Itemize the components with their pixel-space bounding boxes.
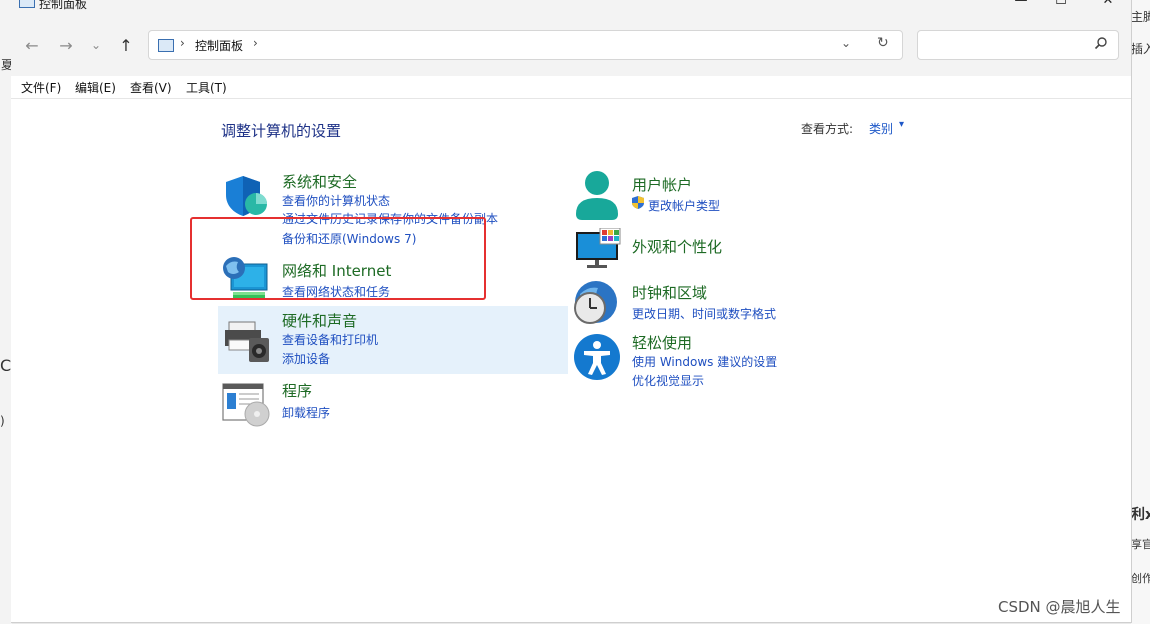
background-right-strip: 主脚 插入 利x 享官 创作 bbox=[1131, 0, 1150, 624]
search-input[interactable] bbox=[924, 35, 1088, 55]
user-accounts-icon[interactable] bbox=[574, 170, 620, 222]
category-hardware-sound[interactable]: 硬件和声音 bbox=[282, 310, 357, 331]
link-optimize-visual-display[interactable]: 优化视觉显示 bbox=[632, 372, 704, 389]
highlight-annotation-box bbox=[190, 217, 486, 300]
menu-bar: 文件(F) 编辑(E) 查看(V) 工具(T) bbox=[11, 76, 1131, 99]
close-button[interactable]: ✕ bbox=[1098, 0, 1118, 10]
maximize-button[interactable]: ☐ bbox=[1051, 0, 1071, 10]
category-user-accounts[interactable]: 用户帐户 bbox=[632, 174, 692, 195]
bg-text: 主脚 bbox=[1131, 10, 1150, 24]
shield-icon[interactable] bbox=[223, 173, 269, 219]
appearance-monitor-icon[interactable] bbox=[574, 228, 624, 270]
address-bar[interactable]: › 控制面板 › ⌄ ↻ bbox=[148, 30, 903, 60]
page-title: 调整计算机的设置 bbox=[221, 122, 342, 140]
bg-text: 插入 bbox=[1131, 42, 1150, 56]
title-bar: 控制面板 — ☐ ✕ bbox=[11, 0, 1131, 12]
bg-text: 创作 bbox=[1131, 572, 1150, 585]
bg-text: 利x bbox=[1131, 507, 1150, 523]
programs-icon[interactable] bbox=[221, 382, 273, 428]
link-change-date-time-format[interactable]: 更改日期、时间或数字格式 bbox=[632, 305, 776, 322]
menu-edit[interactable]: 编辑(E) bbox=[75, 79, 116, 96]
menu-view[interactable]: 查看(V) bbox=[130, 79, 172, 96]
control-panel-icon bbox=[158, 39, 174, 52]
link-change-account-type[interactable]: 更改帐户类型 bbox=[648, 197, 720, 214]
window-title: 控制面板 bbox=[39, 0, 88, 11]
back-arrow-icon[interactable]: ← bbox=[21, 36, 43, 55]
link-uninstall-program[interactable]: 卸载程序 bbox=[282, 404, 330, 421]
view-by-label: 查看方式: bbox=[801, 122, 854, 136]
chevron-down-icon[interactable]: ▾ bbox=[899, 119, 904, 130]
search-box[interactable] bbox=[917, 30, 1119, 60]
recent-locations-chevron-icon[interactable]: ⌄ bbox=[85, 38, 107, 52]
breadcrumb-separator[interactable]: › bbox=[253, 36, 258, 50]
link-view-computer-status[interactable]: 查看你的计算机状态 bbox=[282, 192, 390, 209]
link-add-device[interactable]: 添加设备 bbox=[282, 350, 330, 367]
ease-of-access-icon[interactable] bbox=[572, 332, 622, 382]
menu-tools[interactable]: 工具(T) bbox=[186, 79, 227, 96]
clock-globe-icon[interactable] bbox=[572, 280, 622, 330]
category-system-security[interactable]: 系统和安全 bbox=[282, 171, 357, 192]
category-programs[interactable]: 程序 bbox=[282, 380, 312, 401]
bg-text: 享官 bbox=[1131, 538, 1150, 551]
minimize-button[interactable]: — bbox=[1011, 0, 1031, 10]
up-arrow-icon[interactable]: ↑ bbox=[115, 36, 137, 55]
view-by-dropdown[interactable]: 类别 bbox=[869, 120, 893, 137]
category-appearance-personalization[interactable]: 外观和个性化 bbox=[632, 236, 722, 257]
link-windows-recommended-settings[interactable]: 使用 Windows 建议的设置 bbox=[632, 353, 777, 370]
refresh-icon[interactable]: ↻ bbox=[877, 35, 889, 51]
bg-text: ) bbox=[0, 414, 5, 428]
control-panel-window: 控制面板 — ☐ ✕ ← → ⌄ ↑ › 控制面板 › ⌄ ↻ 文件(F) 编辑… bbox=[11, 0, 1132, 623]
uac-shield-icon bbox=[632, 196, 644, 209]
main-content: 调整计算机的设置 查看方式: 类别 ▾ 系统和安全 查看你的计算机状态 通过文件… bbox=[11, 98, 1131, 622]
breadcrumb-separator[interactable]: › bbox=[180, 36, 185, 50]
link-devices-printers[interactable]: 查看设备和打印机 bbox=[282, 331, 378, 348]
address-dropdown-icon[interactable]: ⌄ bbox=[841, 36, 851, 50]
category-ease-of-access[interactable]: 轻松使用 bbox=[632, 332, 692, 353]
breadcrumb-control-panel[interactable]: 控制面板 bbox=[195, 37, 243, 54]
category-clock-region[interactable]: 时钟和区域 bbox=[632, 282, 707, 303]
search-icon[interactable] bbox=[1094, 36, 1108, 50]
forward-arrow-icon[interactable]: → bbox=[55, 36, 77, 55]
navigation-bar: ← → ⌄ ↑ › 控制面板 › ⌄ ↻ bbox=[11, 12, 1131, 76]
bg-text: C bbox=[0, 356, 12, 375]
control-panel-icon bbox=[19, 0, 35, 8]
printer-speaker-icon[interactable] bbox=[223, 318, 273, 364]
csdn-watermark: CSDN @晨旭人生 bbox=[998, 598, 1121, 616]
menu-file[interactable]: 文件(F) bbox=[21, 79, 61, 96]
